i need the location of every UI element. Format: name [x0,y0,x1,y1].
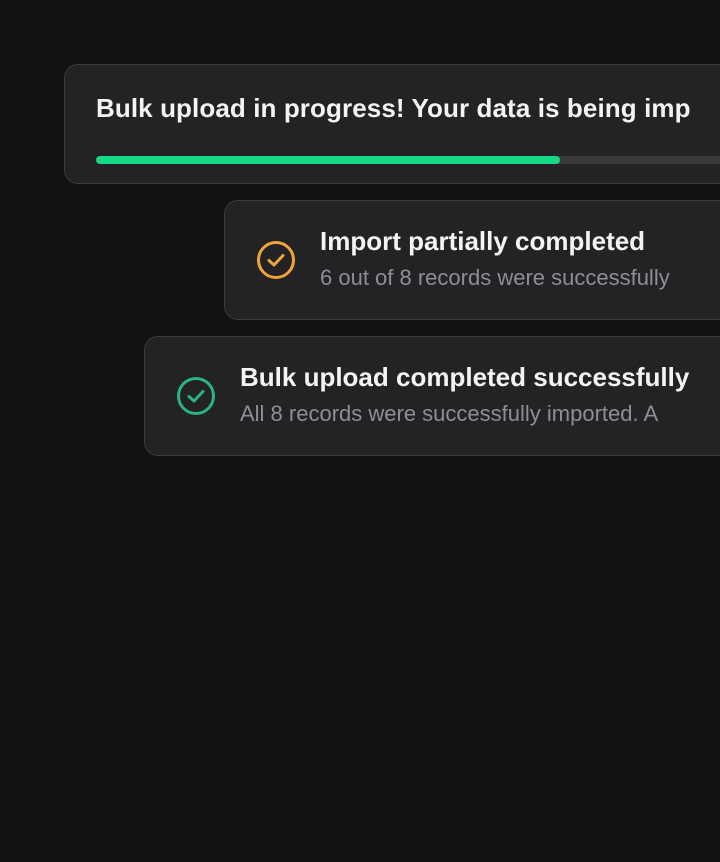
toast-stack: Bulk upload in progress! Your data is be… [0,0,720,862]
partial-import-title: Import partially completed [320,226,646,256]
upload-success-toast: Bulk upload completed successfully All 8… [144,336,720,456]
upload-progress-fill [96,156,561,164]
upload-success-title: Bulk upload completed successfully [240,362,690,392]
upload-success-description: All 8 records were successfully imported… [240,401,659,426]
partial-import-toast: Import partially completed 6 out of 8 re… [224,200,720,320]
warning-check-circle-icon [256,240,296,280]
partial-import-description: 6 out of 8 records were successfully [320,265,670,290]
upload-progress-toast: Bulk upload in progress! Your data is be… [64,64,720,184]
success-check-circle-icon [176,376,216,416]
upload-progress-bar [96,156,720,164]
upload-progress-message: Bulk upload in progress! Your data is be… [96,93,691,123]
